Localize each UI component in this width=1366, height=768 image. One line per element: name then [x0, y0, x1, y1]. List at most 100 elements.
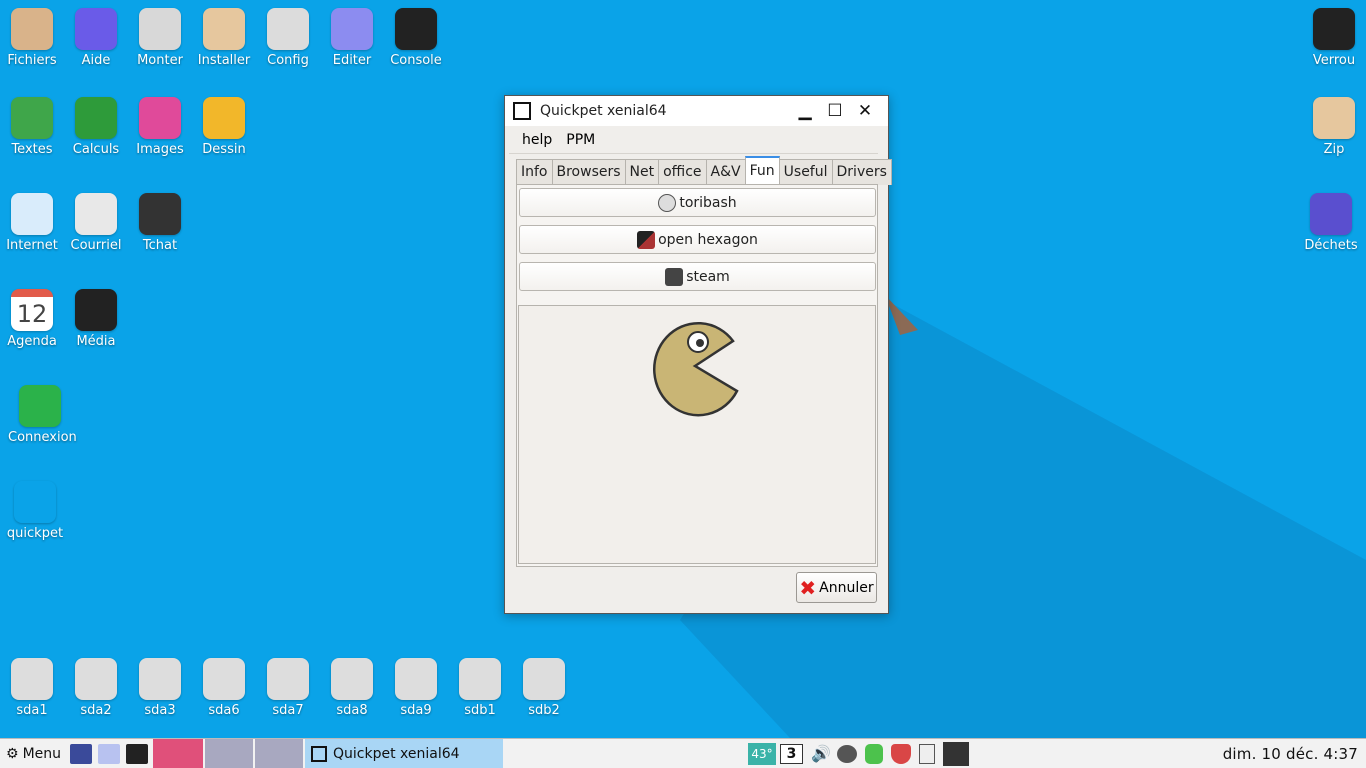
- hard-drive-icon: [267, 658, 309, 700]
- desktop-icon-déchets[interactable]: Déchets: [1299, 193, 1363, 253]
- terminal-icon: [395, 8, 437, 50]
- desktop-icon-fichiers[interactable]: Fichiers: [0, 8, 64, 68]
- desktop-icon-label: sdb1: [464, 703, 496, 718]
- drive-sda1[interactable]: sda1: [0, 658, 64, 718]
- desktop-icon-editer[interactable]: Editer: [320, 8, 384, 68]
- desktop-icon-monter[interactable]: Monter: [128, 8, 192, 68]
- drive-sda8[interactable]: sda8: [320, 658, 384, 718]
- workspace-3[interactable]: [255, 738, 304, 768]
- desktop-icon-média[interactable]: Média: [64, 289, 128, 349]
- menu-help[interactable]: help: [515, 130, 559, 150]
- desktop-icon-label: quickpet: [6, 526, 64, 541]
- desktop-icon-label: sda8: [336, 703, 368, 718]
- title-bar[interactable]: Quickpet xenial64 ▁ ☐ ✕: [505, 96, 888, 126]
- desktop-icon-installer[interactable]: Installer: [192, 8, 256, 68]
- desktop-icon-textes[interactable]: Textes: [0, 97, 64, 157]
- steam-button[interactable]: steam: [519, 262, 876, 291]
- workspace-1[interactable]: [153, 738, 204, 768]
- tab-av[interactable]: A&V: [705, 159, 746, 185]
- workspace-2[interactable]: [205, 738, 254, 768]
- drive-sda9[interactable]: sda9: [384, 658, 448, 718]
- desktop-icon-calculs[interactable]: Calculs: [64, 97, 128, 157]
- browser-launch-icon[interactable]: [98, 743, 121, 764]
- open-hexagon-button[interactable]: open hexagon: [519, 225, 876, 254]
- desktop-icon-config[interactable]: Config: [256, 8, 320, 68]
- draw-icon: [203, 97, 245, 139]
- desktop-icon-console[interactable]: Console: [384, 8, 448, 68]
- puppy-icon: [14, 481, 56, 523]
- drive-sda6[interactable]: sda6: [192, 658, 256, 718]
- drive-sda3[interactable]: sda3: [128, 658, 192, 718]
- workspace-number[interactable]: 3: [779, 743, 804, 764]
- tab-info[interactable]: Info: [516, 159, 553, 185]
- desktop-icon-label: Courriel: [70, 238, 122, 253]
- desktop-icon-connexion[interactable]: Connexion: [8, 385, 77, 445]
- menu-button[interactable]: ⚙ Menu: [0, 739, 67, 768]
- lock-icon: [1313, 8, 1355, 50]
- chat-icon: [139, 193, 181, 235]
- firewall-icon[interactable]: [891, 743, 912, 764]
- desktop-icon-label: sda3: [144, 703, 176, 718]
- cancel-button[interactable]: ✖ Annuler: [796, 572, 877, 603]
- drive-status-icon[interactable]: [865, 743, 884, 764]
- menu-bar: help PPM: [509, 126, 878, 154]
- desktop-icon-verrou[interactable]: Verrou: [1302, 8, 1366, 68]
- drive-icon: [139, 8, 181, 50]
- tab-drivers[interactable]: Drivers: [831, 159, 892, 185]
- tab-fun[interactable]: Fun: [744, 156, 780, 184]
- fun-panel: toribash open hexagon steam: [516, 184, 878, 567]
- editor-icon: [331, 8, 373, 50]
- maximize-button[interactable]: ☐: [820, 101, 850, 121]
- taskbar: ⚙ Menu Quickpet xenial64 43° 3 🔊 dim. 10…: [0, 738, 1366, 768]
- desktop-icon-tchat[interactable]: Tchat: [128, 193, 192, 253]
- puppy-menu-icon: ⚙: [6, 745, 19, 762]
- desktop-icon-zip[interactable]: Zip: [1302, 97, 1366, 157]
- desktop-icon-aide[interactable]: Aide: [64, 8, 128, 68]
- desktop-icon-images[interactable]: Images: [128, 97, 192, 157]
- desktop-icon-agenda[interactable]: 12 Agenda: [0, 289, 64, 349]
- trash-icon: [1310, 193, 1352, 235]
- drive-sda2[interactable]: sda2: [64, 658, 128, 718]
- window-title: Quickpet xenial64: [540, 103, 667, 119]
- window-icon: [513, 102, 531, 120]
- toribash-icon: [658, 193, 677, 212]
- tab-net[interactable]: Net: [624, 159, 660, 185]
- desktop-icon-label: Aide: [81, 53, 111, 68]
- desktop-icon-dessin[interactable]: Dessin: [192, 97, 256, 157]
- settings-icon: [267, 8, 309, 50]
- desktop-icon-label: Calculs: [72, 142, 120, 157]
- clipboard-icon[interactable]: [919, 743, 936, 764]
- desktop-icon-label: sda6: [208, 703, 240, 718]
- drive-sdb1[interactable]: sdb1: [448, 658, 512, 718]
- desktop-icon-label: sda1: [16, 703, 48, 718]
- hard-drive-icon: [331, 658, 373, 700]
- tab-useful[interactable]: Useful: [778, 159, 833, 185]
- desktop-icon-label: Média: [76, 334, 116, 349]
- desktop-icon-label: Console: [390, 53, 442, 68]
- desktop-icon-label: Agenda: [7, 334, 57, 349]
- clock[interactable]: dim. 10 déc. 4:37: [1215, 745, 1366, 763]
- hexagon-icon: [637, 230, 656, 249]
- close-button[interactable]: ✕: [850, 101, 880, 121]
- network-icon[interactable]: [837, 744, 858, 763]
- desktop-icon-quickpet[interactable]: quickpet: [3, 481, 67, 541]
- taskbar-window-quickpet[interactable]: Quickpet xenial64: [305, 738, 504, 768]
- desktop-icon-label: Editer: [332, 53, 372, 68]
- toribash-button[interactable]: toribash: [519, 188, 876, 217]
- tab-browsers[interactable]: Browsers: [551, 159, 626, 185]
- minimize-button[interactable]: ▁: [790, 101, 820, 121]
- screenshot-icon[interactable]: [943, 741, 970, 766]
- window-icon: [311, 745, 328, 762]
- show-desktop-icon[interactable]: [70, 743, 93, 764]
- desktop-icon-label: Images: [136, 142, 184, 157]
- menu-ppm[interactable]: PPM: [559, 130, 602, 150]
- box-icon: [203, 8, 245, 50]
- drive-sdb2[interactable]: sdb2: [512, 658, 576, 718]
- desktop-icon-internet[interactable]: Internet: [0, 193, 64, 253]
- tab-office[interactable]: office: [658, 159, 707, 185]
- terminal-launch-icon[interactable]: [126, 743, 149, 764]
- clapper-icon: [75, 289, 117, 331]
- desktop-icon-courriel[interactable]: Courriel: [64, 193, 128, 253]
- volume-icon[interactable]: 🔊: [811, 744, 831, 763]
- drive-sda7[interactable]: sda7: [256, 658, 320, 718]
